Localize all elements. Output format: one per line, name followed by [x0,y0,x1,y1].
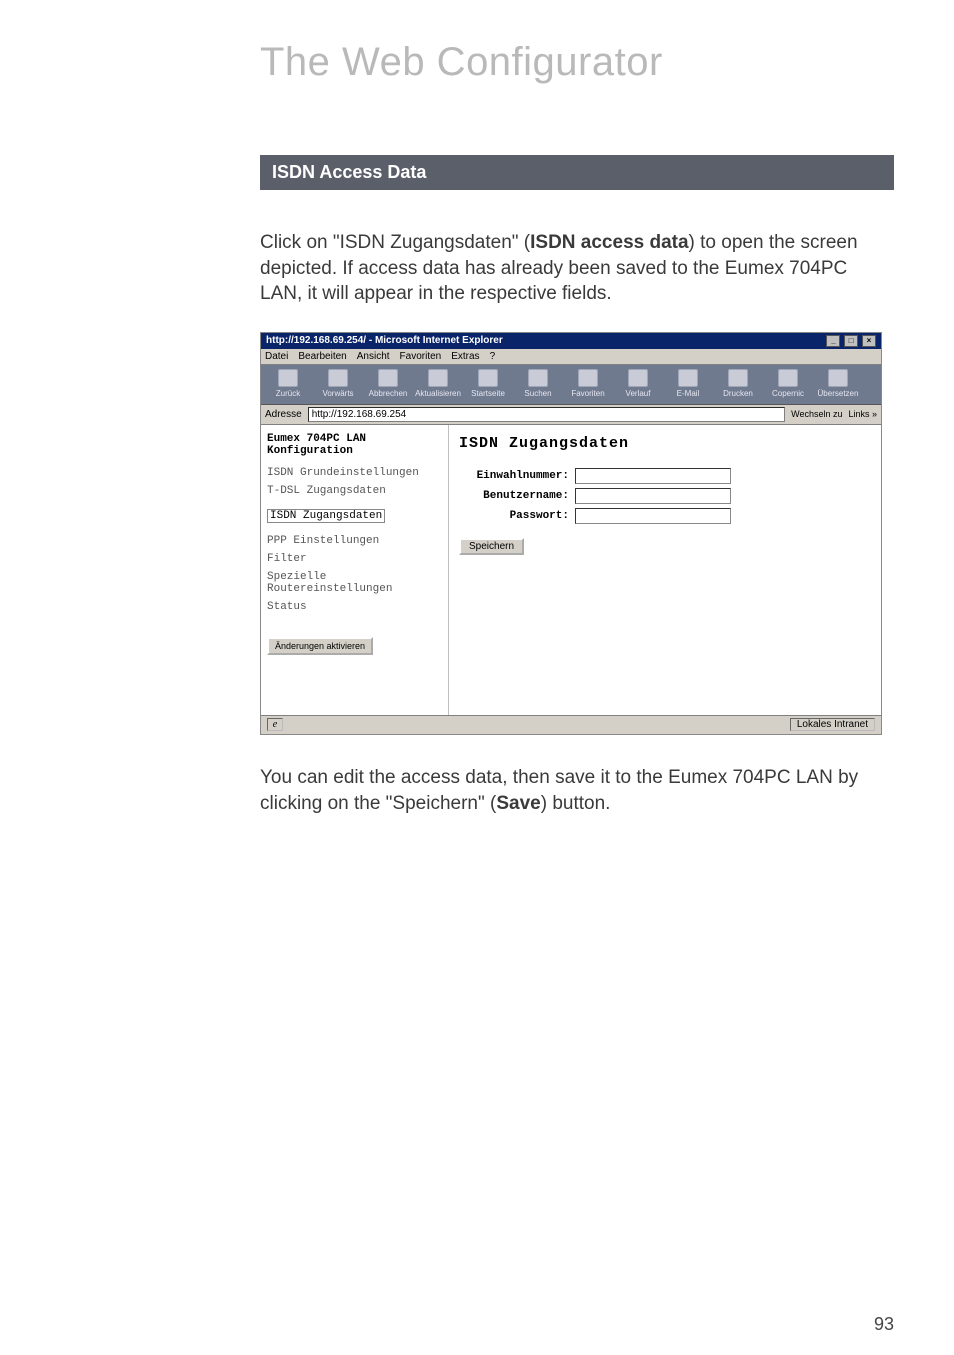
tb-back-button[interactable]: Zurück [265,369,311,398]
stop-icon [378,369,398,387]
tb-print-label: Drucken [723,389,753,398]
tb-translate-label: Übersetzen [818,389,859,398]
search-icon [528,369,548,387]
page-number: 93 [874,1314,894,1335]
label-benutzer: Benutzername: [459,490,569,502]
maximize-icon[interactable]: □ [844,335,858,347]
para2-em: Save [496,793,540,814]
forward-icon [328,369,348,387]
content-area: Eumex 704PC LAN Konfiguration ISDN Grund… [261,425,881,715]
page-title: The Web Configurator [260,40,894,85]
window-titlebar: http://192.168.69.254/ - Microsoft Inter… [261,333,881,349]
tb-mail-label: E-Mail [677,389,700,398]
sidebar-item-filter[interactable]: Filter [267,553,442,565]
tb-search-label: Suchen [524,389,551,398]
para1-em: ISDN access data [530,232,688,253]
tb-history-button[interactable]: Verlauf [615,369,661,398]
sidebar: Eumex 704PC LAN Konfiguration ISDN Grund… [261,425,449,715]
links-button[interactable]: Links » [848,409,877,419]
tb-print-button[interactable]: Drucken [715,369,761,398]
back-icon [278,369,298,387]
star-icon [578,369,598,387]
menu-favoriten[interactable]: Favoriten [400,351,442,362]
row-passwort: Passwort: [459,508,871,524]
content-heading: ISDN Zugangsdaten [459,435,871,452]
input-passwort[interactable] [575,508,731,524]
sidebar-item-isdn[interactable]: ISDN Grundeinstellungen [267,467,442,479]
tb-refresh-label: Aktualisieren [415,389,461,398]
menu-bearbeiten[interactable]: Bearbeiten [298,351,346,362]
address-bar: Adresse http://192.168.69.254 Wechseln z… [261,405,881,425]
row-benutzer: Benutzername: [459,488,871,504]
tb-search-button[interactable]: Suchen [515,369,561,398]
main-panel: ISDN Zugangsdaten Einwahlnummer: Benutze… [449,425,881,715]
menu-hilfe[interactable]: ? [490,351,496,362]
tb-stop-label: Abbrechen [369,389,408,398]
close-icon[interactable]: × [862,335,876,347]
history-icon [628,369,648,387]
tb-forward-button[interactable]: Vorwärts [315,369,361,398]
menu-ansicht[interactable]: Ansicht [357,351,390,362]
sidebar-item-router[interactable]: Spezielle Routereinstellungen [267,571,442,595]
label-einwahl: Einwahlnummer: [459,470,569,482]
tb-refresh-button[interactable]: Aktualisieren [415,369,461,398]
tb-mail-button[interactable]: E-Mail [665,369,711,398]
tb-fav-button[interactable]: Favoriten [565,369,611,398]
home-icon [478,369,498,387]
para2-post: ) button. [541,793,611,814]
tb-fav-label: Favoriten [571,389,604,398]
tb-back-label: Zurück [276,389,300,398]
window-title-text: http://192.168.69.254/ - Microsoft Inter… [266,335,503,346]
sidebar-item-ppp[interactable]: PPP Einstellungen [267,535,442,547]
tb-translate-button[interactable]: Übersetzen [815,369,861,398]
paragraph-2: You can edit the access data, then save … [260,765,894,816]
menu-extras[interactable]: Extras [451,351,479,362]
menu-bar: Datei Bearbeiten Ansicht Favoriten Extra… [261,349,881,365]
sidebar-heading: Eumex 704PC LAN Konfiguration [267,433,442,457]
sidebar-item-tdsl[interactable]: T-DSL Zugangsdaten [267,485,442,497]
status-bar: e Lokales Intranet [261,715,881,734]
para1-pre: Click on "ISDN Zugangsdaten" ( [260,232,530,253]
tb-home-label: Startseite [471,389,505,398]
tb-stop-button[interactable]: Abbrechen [365,369,411,398]
refresh-icon [428,369,448,387]
toolbar: Zurück Vorwärts Abbrechen Aktualisieren … [261,365,881,405]
sidebar-item-isdn-z[interactable]: ISDN Zugangsdaten [267,509,385,523]
screenshot: http://192.168.69.254/ - Microsoft Inter… [260,332,882,735]
status-zone: Lokales Intranet [790,718,875,731]
mail-icon [678,369,698,387]
paragraph-1: Click on "ISDN Zugangsdaten" (ISDN acces… [260,230,894,307]
address-label: Adresse [265,409,302,420]
address-url-input[interactable]: http://192.168.69.254 [308,407,785,422]
sidebar-item-status[interactable]: Status [267,601,442,613]
go-button[interactable]: Wechseln zu [791,409,842,419]
menu-datei[interactable]: Datei [265,351,288,362]
minimize-icon[interactable]: _ [826,335,840,347]
print-icon [728,369,748,387]
tb-copernic-button[interactable]: Copernic [765,369,811,398]
tb-copernic-label: Copernic [772,389,804,398]
input-benutzer[interactable] [575,488,731,504]
status-left-icon: e [267,718,283,731]
input-einwahl[interactable] [575,468,731,484]
copernic-icon [778,369,798,387]
save-button[interactable]: Speichern [459,538,524,555]
label-passwort: Passwort: [459,510,569,522]
tb-home-button[interactable]: Startseite [465,369,511,398]
section-heading: ISDN Access Data [260,155,894,190]
tb-history-label: Verlauf [626,389,651,398]
translate-icon [828,369,848,387]
activate-changes-button[interactable]: Änderungen aktivieren [267,637,373,655]
window-buttons: _ □ × [825,335,876,347]
tb-forward-label: Vorwärts [322,389,353,398]
row-einwahl: Einwahlnummer: [459,468,871,484]
